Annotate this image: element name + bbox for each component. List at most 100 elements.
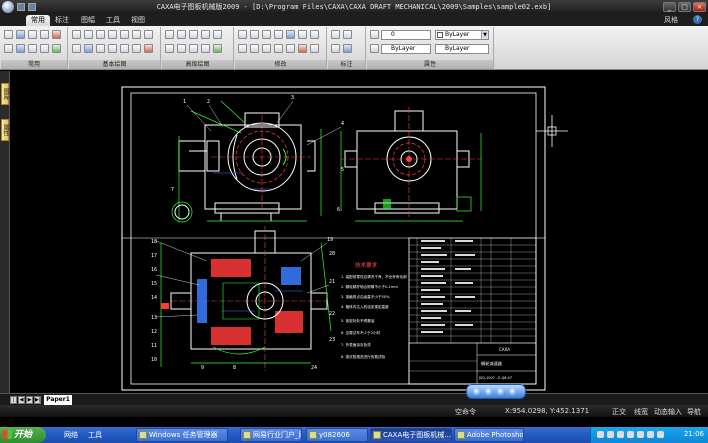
drawing-canvas[interactable]: 1 2 3 4 5 6 7 18 17 16 15 14 13 12 11 10… [11, 71, 708, 393]
tray-icon-3[interactable] [617, 431, 624, 438]
style-menu[interactable]: 风格 [664, 15, 678, 25]
zoom-icon[interactable] [16, 44, 25, 53]
task-windows-task-manager[interactable]: Windows 任务管理器 [136, 428, 228, 442]
delete-icon[interactable] [28, 30, 37, 39]
equidistant-icon[interactable] [132, 44, 141, 53]
prev-sheet-button[interactable]: ◀ [18, 396, 25, 404]
arc-icon[interactable] [108, 30, 117, 39]
fillet-icon[interactable] [274, 44, 283, 53]
wave-line-icon[interactable] [189, 30, 198, 39]
text-icon[interactable] [96, 44, 105, 53]
trim-icon[interactable] [238, 44, 247, 53]
spline-icon[interactable] [120, 30, 129, 39]
minimize-button[interactable]: _ [663, 2, 676, 12]
sheet-tab-paper1[interactable]: Paper1 [44, 395, 72, 405]
redraw-icon[interactable] [28, 44, 37, 53]
lineweight-toggle[interactable]: 线宽 [634, 407, 648, 417]
library-tab[interactable]: 图库 [1, 83, 9, 105]
task-netease-portal[interactable]: 网易行业门户_网... [240, 428, 302, 442]
rotate-icon[interactable] [262, 30, 271, 39]
double-line-icon[interactable] [201, 30, 210, 39]
last-sheet-button[interactable]: ▶| [34, 396, 41, 404]
float-tool-1-icon[interactable] [473, 388, 481, 396]
dimension-icon[interactable] [331, 30, 340, 39]
centerline-icon[interactable] [120, 44, 129, 53]
layer-combo[interactable]: 0 [381, 30, 431, 40]
float-tool-2-icon[interactable] [485, 388, 493, 396]
explode-icon[interactable] [298, 44, 307, 53]
break-icon[interactable] [262, 44, 271, 53]
lightbulb-icon[interactable] [370, 30, 379, 39]
mirror-icon[interactable] [274, 30, 283, 39]
window-zoom-icon[interactable] [40, 44, 49, 53]
roughness-icon[interactable] [343, 44, 352, 53]
maximize-button[interactable]: □ [678, 2, 691, 12]
pan-icon[interactable] [4, 44, 13, 53]
linetype-combo[interactable]: ByLayer [381, 44, 431, 54]
tab-view[interactable]: 视图 [126, 15, 150, 26]
polyline-icon[interactable] [144, 30, 153, 39]
point-icon[interactable] [132, 30, 141, 39]
array-icon[interactable] [298, 30, 307, 39]
hole-axis-icon[interactable] [177, 30, 186, 39]
toolbar-network[interactable]: 网络 [64, 428, 78, 442]
involute-icon[interactable] [201, 44, 210, 53]
text-annot-icon[interactable] [343, 30, 352, 39]
start-button[interactable]: 开始 [0, 427, 46, 443]
tray-icon-6[interactable] [647, 431, 654, 438]
lineweight-combo[interactable]: ByLayer [435, 44, 489, 54]
task-y082606[interactable]: y082606 [306, 428, 368, 442]
chamfer-icon[interactable] [286, 44, 295, 53]
sketch-icon[interactable] [177, 44, 186, 53]
tab-common[interactable]: 常用 [26, 15, 50, 26]
show-all-icon[interactable] [52, 44, 61, 53]
tab-dimension[interactable]: 标注 [50, 15, 74, 26]
tray-icon-4[interactable] [627, 431, 634, 438]
match-icon[interactable] [16, 30, 25, 39]
move-icon[interactable] [250, 30, 259, 39]
tray-icon-2[interactable] [607, 431, 614, 438]
task-caxa[interactable]: CAXA电子图板机械... [370, 428, 452, 442]
toolbar-tools[interactable]: 工具 [88, 428, 102, 442]
stretch-icon[interactable] [310, 44, 319, 53]
ellipse-icon[interactable] [108, 44, 117, 53]
parallel-line-icon[interactable] [84, 30, 93, 39]
help-icon[interactable]: ? [693, 15, 702, 24]
properties-tab[interactable]: 属性 [1, 119, 9, 141]
copy-icon[interactable] [40, 30, 49, 39]
paste-icon[interactable] [52, 30, 61, 39]
fill-icon[interactable] [144, 44, 153, 53]
leader-icon[interactable] [331, 44, 340, 53]
gear-icon[interactable] [165, 44, 174, 53]
taskbar-clock[interactable]: 21:06 [684, 430, 704, 438]
offset-icon[interactable] [310, 30, 319, 39]
color-combo[interactable]: ByLayer ▼ [435, 30, 489, 40]
navigation-toggle[interactable]: 导航 [687, 407, 701, 417]
tangent-icon[interactable] [189, 44, 198, 53]
block-icon[interactable] [213, 44, 222, 53]
line-icon[interactable] [72, 30, 81, 39]
task-photoshop[interactable]: Adobe Photoshop ... [454, 428, 524, 442]
arrow-icon[interactable] [213, 30, 222, 39]
tab-frame[interactable]: 图幅 [76, 15, 100, 26]
rectangle-icon[interactable] [72, 44, 81, 53]
erase-icon[interactable] [238, 30, 247, 39]
tab-tools[interactable]: 工具 [101, 15, 125, 26]
ortho-toggle[interactable]: 正交 [612, 407, 626, 417]
first-sheet-button[interactable]: |◀ [10, 396, 17, 409]
float-tool-3-icon[interactable] [497, 388, 505, 396]
hatch-icon[interactable] [84, 44, 93, 53]
properties-icon[interactable] [4, 30, 13, 39]
float-tool-4-icon[interactable] [509, 388, 517, 396]
tray-icon-1[interactable] [597, 431, 604, 438]
tray-icon-5[interactable] [637, 431, 644, 438]
next-sheet-button[interactable]: ▶ [26, 396, 33, 404]
layer-manager-icon[interactable] [370, 44, 379, 53]
extend-icon[interactable] [250, 44, 259, 53]
polygon-icon[interactable] [165, 30, 174, 39]
tray-icon-7[interactable] [657, 431, 664, 438]
circle-icon[interactable] [96, 30, 105, 39]
dynamic-input-toggle[interactable]: 动态输入 [654, 407, 682, 417]
close-button[interactable]: × [693, 2, 706, 12]
scale-icon[interactable] [286, 30, 295, 39]
